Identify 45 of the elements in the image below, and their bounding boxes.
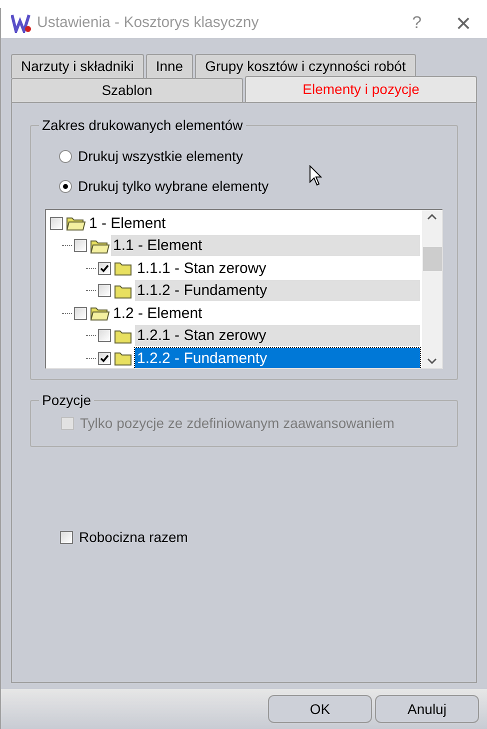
radio-label: Drukuj wszystkie elementy: [78, 147, 243, 166]
checkbox[interactable]: [50, 216, 63, 230]
dialog-button[interactable]: OK: [268, 695, 372, 723]
open-folder-icon: [66, 215, 86, 232]
dialog-button[interactable]: Anuluj: [375, 695, 479, 723]
radio-button[interactable]: [59, 150, 72, 163]
group-title: Zakres drukowanych elementów: [39, 117, 246, 133]
checkbox[interactable]: [74, 239, 87, 252]
checkbox-label: Tylko pozycje ze zdefiniowanym zaawansowaniem: [80, 414, 394, 433]
scroll-up-icon[interactable]: [427, 214, 437, 220]
mouse-pointer-icon: [308, 164, 323, 186]
scrollbar[interactable]: [422, 210, 442, 368]
checkbox[interactable]: [98, 284, 111, 298]
window-title: Ustawienia - Kosztorys klasyczny: [37, 12, 259, 33]
open-folder-icon: [90, 305, 110, 322]
folder-icon: [114, 350, 134, 366]
tree-item[interactable]: 1.1.2 - Fundamenty: [135, 280, 420, 302]
tab[interactable]: Grupy kosztów i czynności robót: [195, 54, 416, 78]
scroll-thumb[interactable]: [422, 247, 442, 271]
tab[interactable]: Szablon: [11, 78, 243, 102]
checkbox[interactable]: [74, 306, 87, 320]
folder-icon: [114, 260, 134, 276]
checkbox[interactable]: [98, 352, 111, 365]
folder-icon: [114, 282, 134, 299]
close-button[interactable]: ×: [456, 10, 471, 36]
tab[interactable]: Narzuty i składniki: [11, 54, 144, 78]
tab[interactable]: Inne: [146, 54, 194, 78]
tree-item[interactable]: 1.2.2 - Fundamenty: [135, 348, 420, 368]
scroll-down-icon[interactable]: [427, 358, 437, 364]
app-logo-icon: [11, 13, 33, 33]
tree-item[interactable]: 1 - Element: [87, 212, 174, 234]
checkbox[interactable]: [98, 329, 111, 342]
radio-button[interactable]: [59, 180, 72, 193]
open-folder-icon: [90, 238, 110, 254]
tree-item[interactable]: 1.2.1 - Stan zerowy: [135, 325, 420, 346]
group-title: Pozycje: [39, 392, 94, 408]
checkbox-label: Robocizna razem: [79, 528, 188, 547]
help-button[interactable]: ?: [402, 10, 432, 36]
checkbox[interactable]: [60, 531, 73, 544]
tree-item[interactable]: 1.1 - Element: [111, 235, 420, 256]
tree-item[interactable]: 1.2 - Element: [111, 302, 210, 324]
radio-label: Drukuj tylko wybrane elementy: [78, 177, 269, 196]
checkbox[interactable]: [98, 262, 111, 275]
tree-item[interactable]: 1.1.1 - Stan zerowy: [135, 258, 274, 279]
folder-icon: [114, 328, 134, 344]
